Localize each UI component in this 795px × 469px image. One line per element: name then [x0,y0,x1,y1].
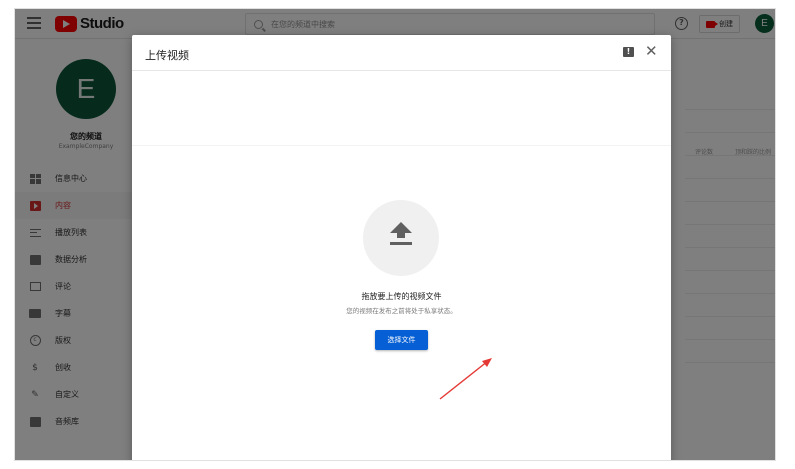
divider [132,145,671,146]
red-arrow-annotation [439,358,492,400]
feedback-icon[interactable]: ! [623,47,634,57]
upload-video-dialog: 上传视频 ! ✕ 拖放要上传的视频文件 您的视频在发布之前将处于私享状态。 选择… [132,35,671,460]
privacy-note: 您的视频在发布之前将处于私享状态。 [346,307,457,315]
select-files-button[interactable]: 选择文件 [375,330,428,350]
dialog-title: 上传视频 [145,49,189,62]
dialog-header: 上传视频 ! ✕ [132,35,671,71]
drag-drop-instruction: 拖放要上传的视频文件 [361,292,442,301]
upload-drop-zone[interactable] [363,200,439,276]
close-icon[interactable]: ✕ [645,43,658,59]
studio-window: Studio 在您的频道中搜索 ? 创建 E E 您的频道 ExampleCom… [14,8,776,461]
